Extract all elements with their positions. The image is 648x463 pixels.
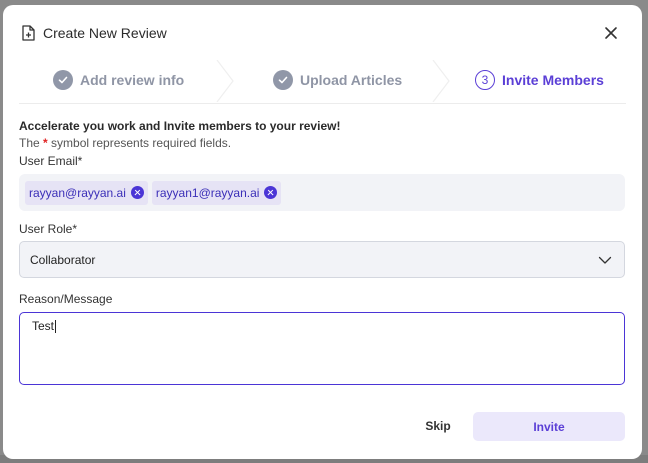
file-add-icon (19, 24, 37, 42)
invite-button[interactable]: Invite (473, 412, 625, 441)
check-icon (273, 70, 293, 90)
dialog-header: Create New Review (19, 23, 626, 43)
role-select-value: Collaborator (30, 252, 96, 267)
chevron-down-icon (598, 256, 612, 264)
step-upload-articles[interactable]: Upload Articles (273, 64, 402, 96)
step-label: Add review info (80, 72, 185, 88)
stepper: Add review info Upload Articles 3 Invite… (19, 60, 626, 104)
dialog-title: Create New Review (43, 25, 167, 41)
email-chip-text: rayyan@rayyan.ai (29, 185, 126, 200)
message-label: Reason/Message (19, 292, 113, 306)
required-note: The * symbol represents required fields. (19, 136, 231, 150)
step-divider-icon (216, 60, 234, 102)
email-chip-text: rayyan1@rayyan.ai (155, 185, 260, 200)
email-input[interactable]: rayyan@rayyan.ai rayyan1@rayyan.ai (19, 174, 625, 211)
email-chip: rayyan@rayyan.ai (25, 180, 148, 205)
remove-chip-icon[interactable] (264, 186, 278, 199)
required-note-suffix: symbol represents required fields. (47, 136, 232, 150)
remove-chip-icon[interactable] (130, 186, 144, 199)
close-icon[interactable] (602, 24, 620, 42)
role-label: User Role* (19, 222, 78, 236)
email-label: User Email* (19, 154, 83, 168)
step-divider-icon (432, 60, 450, 102)
check-icon (53, 70, 73, 90)
text-caret (55, 320, 57, 334)
required-note-prefix: The (19, 136, 44, 150)
step-label: Invite Members (502, 72, 604, 88)
step-label: Upload Articles (300, 72, 403, 88)
step-number: 3 (475, 70, 495, 90)
step-add-review-info[interactable]: Add review info (53, 64, 184, 96)
email-chip: rayyan1@rayyan.ai (151, 180, 282, 205)
message-text: Test (32, 319, 55, 333)
step-invite-members[interactable]: 3 Invite Members (475, 64, 604, 96)
intro-text: Accelerate you work and Invite members t… (19, 119, 341, 133)
skip-button[interactable]: Skip (413, 415, 463, 437)
create-review-dialog: Create New Review Add review info Upload… (3, 5, 642, 459)
role-select[interactable]: Collaborator (19, 241, 625, 278)
message-textarea[interactable]: Test (19, 312, 625, 385)
